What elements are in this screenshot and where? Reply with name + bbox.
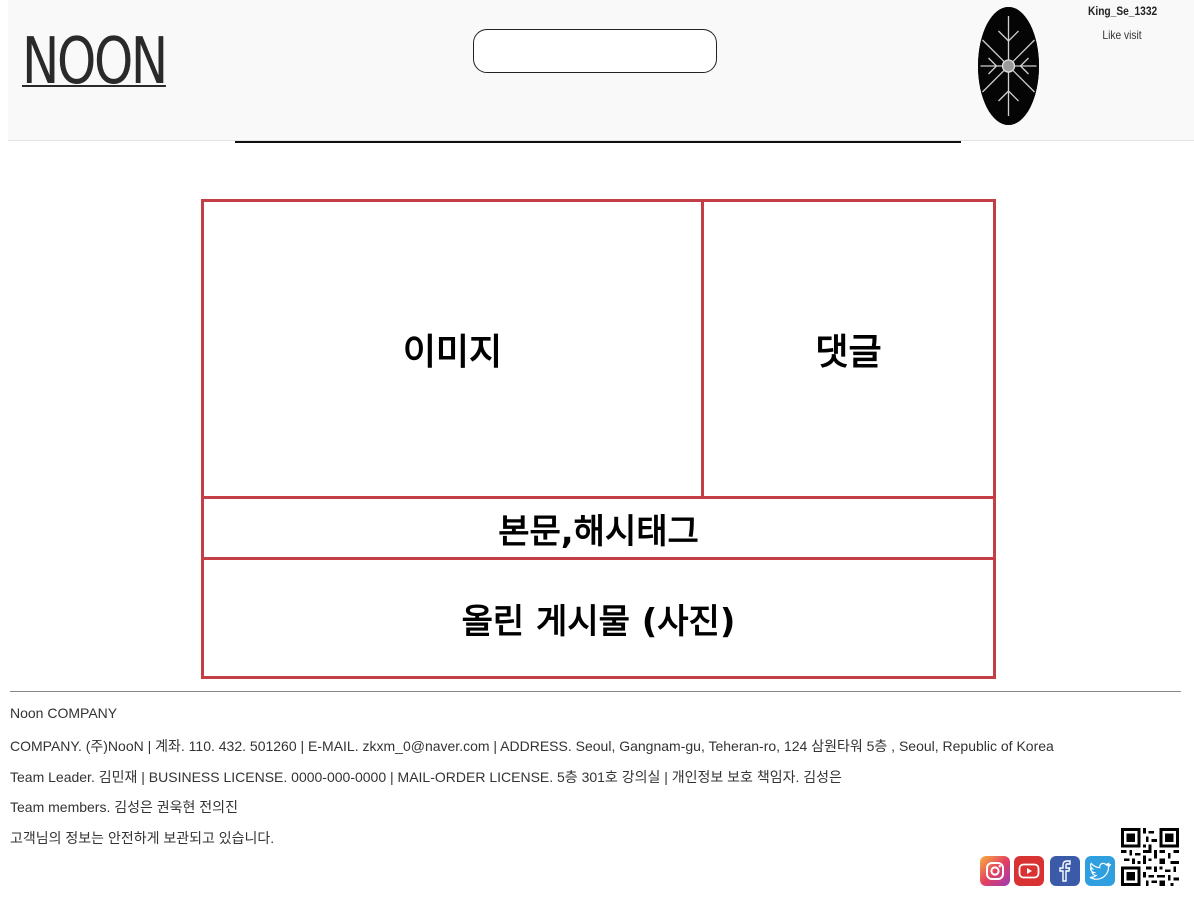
footer-company-info: COMPANY. (주)NooN | 계좌. 110. 432. 501260 … <box>10 738 1054 754</box>
facebook-icon[interactable] <box>1050 856 1080 886</box>
body-hashtags-area: 본문,해시태그 <box>201 496 996 560</box>
uploaded-posts-label: 올린 게시물 (사진) <box>461 601 736 642</box>
twitter-icon[interactable] <box>1085 856 1115 886</box>
header-divider <box>235 141 961 143</box>
qr-code-icon[interactable] <box>1120 828 1180 886</box>
body-hashtags-label: 본문,해시태그 <box>498 511 699 552</box>
footer-company-name: Noon COMPANY <box>10 705 118 721</box>
youtube-icon[interactable] <box>1014 856 1044 886</box>
footer-leader-info: Team Leader. 김민재 | BUSINESS LICENSE. 000… <box>10 769 842 785</box>
snowflake-icon <box>978 7 1039 125</box>
comments-area: 댓글 <box>701 199 996 499</box>
site-header: NOON King_Se_1332 Like visit <box>8 0 1194 141</box>
footer-divider <box>10 691 1181 692</box>
search-input[interactable] <box>473 29 717 73</box>
like-visit-label[interactable]: Like visit <box>1088 28 1156 42</box>
comments-area-label: 댓글 <box>815 332 882 373</box>
site-logo[interactable]: NOON <box>22 30 168 94</box>
footer-members: Team members. 김성은 권욱현 전의진 <box>10 799 238 815</box>
profile-avatar[interactable] <box>978 7 1039 125</box>
instagram-icon[interactable] <box>980 856 1010 886</box>
footer-privacy-note: 고객님의 정보는 안전하게 보관되고 있습니다. <box>10 830 275 846</box>
uploaded-posts-area: 올린 게시물 (사진) <box>201 557 996 679</box>
username[interactable]: King_Se_1332 <box>1088 4 1157 18</box>
image-area: 이미지 <box>201 199 704 499</box>
image-area-label: 이미지 <box>402 332 503 373</box>
